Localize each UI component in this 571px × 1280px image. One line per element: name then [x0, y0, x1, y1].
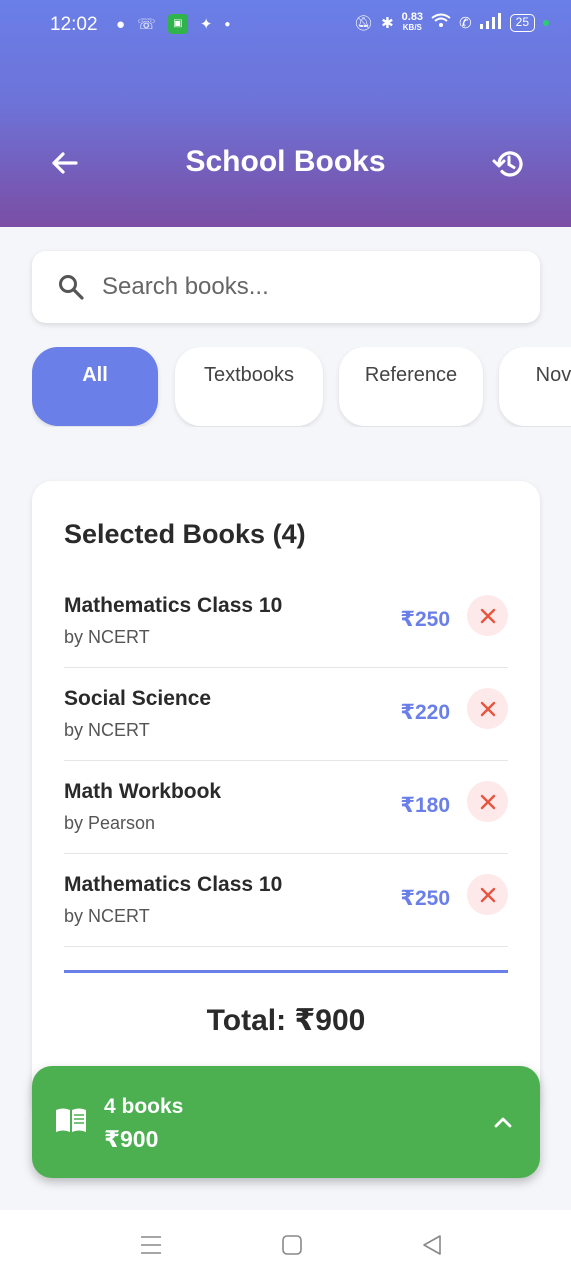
- signal-icon: [479, 12, 502, 33]
- history-button[interactable]: [486, 142, 530, 186]
- total-amount: Total: ₹900: [206, 1004, 366, 1037]
- book-author: by NCERT: [64, 906, 150, 926]
- battery-indicator: 25: [509, 13, 535, 32]
- nav-back-button[interactable]: [419, 1232, 445, 1258]
- close-icon: [480, 794, 495, 809]
- list-item: Social Science by NCERT ₹220: [64, 668, 508, 761]
- close-icon: [480, 608, 495, 623]
- chip-novels[interactable]: Nove: [499, 347, 571, 426]
- system-nav-bar: [0, 1210, 571, 1280]
- wifi-call-icon: ✆: [459, 14, 472, 32]
- book-price: ₹220: [400, 701, 450, 724]
- back-triangle-icon: [423, 1235, 441, 1255]
- home-square-icon: [282, 1235, 302, 1255]
- total-divider: [64, 970, 508, 973]
- more-dot-icon: ●: [224, 18, 231, 30]
- close-icon: [480, 887, 495, 902]
- list-item: Mathematics Class 10 by NCERT ₹250: [64, 575, 508, 668]
- nav-home-button[interactable]: [279, 1232, 305, 1258]
- remove-book-button[interactable]: [467, 781, 508, 822]
- net-speed: 0.83 KB/S: [401, 11, 424, 33]
- cart-total: ₹900: [104, 1126, 159, 1152]
- call-icon: ☏: [137, 16, 156, 33]
- status-right: 🔕︎ ✱ 0.83 KB/S ✆ 25: [354, 12, 549, 33]
- search-box[interactable]: [32, 251, 540, 323]
- cart-book-count: 4 books: [104, 1095, 184, 1118]
- category-chips: All Textbooks Reference Nove: [32, 347, 571, 427]
- mute-icon: 🔕︎: [354, 14, 374, 32]
- status-time: 12:02: [50, 14, 98, 35]
- remove-book-button[interactable]: [467, 874, 508, 915]
- search-icon: [59, 275, 84, 300]
- remove-book-button[interactable]: [467, 688, 508, 729]
- history-icon: [492, 151, 523, 177]
- close-icon: [480, 701, 495, 716]
- wifi-icon: [431, 13, 451, 33]
- search-input[interactable]: [102, 273, 492, 301]
- expand-cart-button[interactable]: [490, 1110, 516, 1134]
- notification-icons: ● ☏ ▣ ✦ ●: [116, 14, 230, 34]
- cart-summary-bar[interactable]: 4 books ₹900: [32, 1066, 540, 1178]
- chat-icon: ●: [116, 15, 126, 33]
- activity-icon: ✦: [199, 16, 213, 33]
- list-item: Mathematics Class 10 by NCERT ₹250: [64, 854, 508, 947]
- bluetooth-icon: ✱: [381, 14, 394, 32]
- book-title: Mathematics Class 10: [64, 594, 283, 617]
- book-author: by NCERT: [64, 627, 150, 647]
- menu-icon: [141, 1236, 161, 1254]
- chip-all[interactable]: All: [32, 347, 158, 426]
- list-item: Math Workbook by Pearson ₹180: [64, 761, 508, 854]
- remove-book-button[interactable]: [467, 595, 508, 636]
- book-author: by Pearson: [64, 813, 156, 833]
- book-title: Math Workbook: [64, 780, 222, 803]
- app-notification-icon: ▣: [167, 14, 188, 34]
- privacy-dot: [543, 19, 549, 26]
- selected-books-card: Selected Books (4) Mathematics Class 10 …: [32, 481, 540, 1121]
- book-icon: [56, 1108, 86, 1132]
- book-author: by NCERT: [64, 720, 150, 740]
- chevron-up-icon: [494, 1117, 512, 1128]
- selected-books-title: Selected Books (4): [64, 519, 306, 549]
- status-bar: 12:02 ● ☏ ▣ ✦ ● 🔕︎ ✱ 0.83 KB/S ✆ 25: [0, 0, 571, 52]
- book-price: ₹180: [400, 794, 450, 817]
- chip-textbooks[interactable]: Textbooks: [175, 347, 323, 426]
- chip-reference[interactable]: Reference: [339, 347, 483, 426]
- nav-menu-button[interactable]: [138, 1232, 164, 1258]
- book-title: Social Science: [64, 687, 212, 710]
- book-price: ₹250: [400, 608, 450, 631]
- app-header: 12:02 ● ☏ ▣ ✦ ● 🔕︎ ✱ 0.83 KB/S ✆ 25 Scho…: [0, 0, 571, 227]
- book-price: ₹250: [400, 887, 450, 910]
- book-title: Mathematics Class 10: [64, 873, 283, 896]
